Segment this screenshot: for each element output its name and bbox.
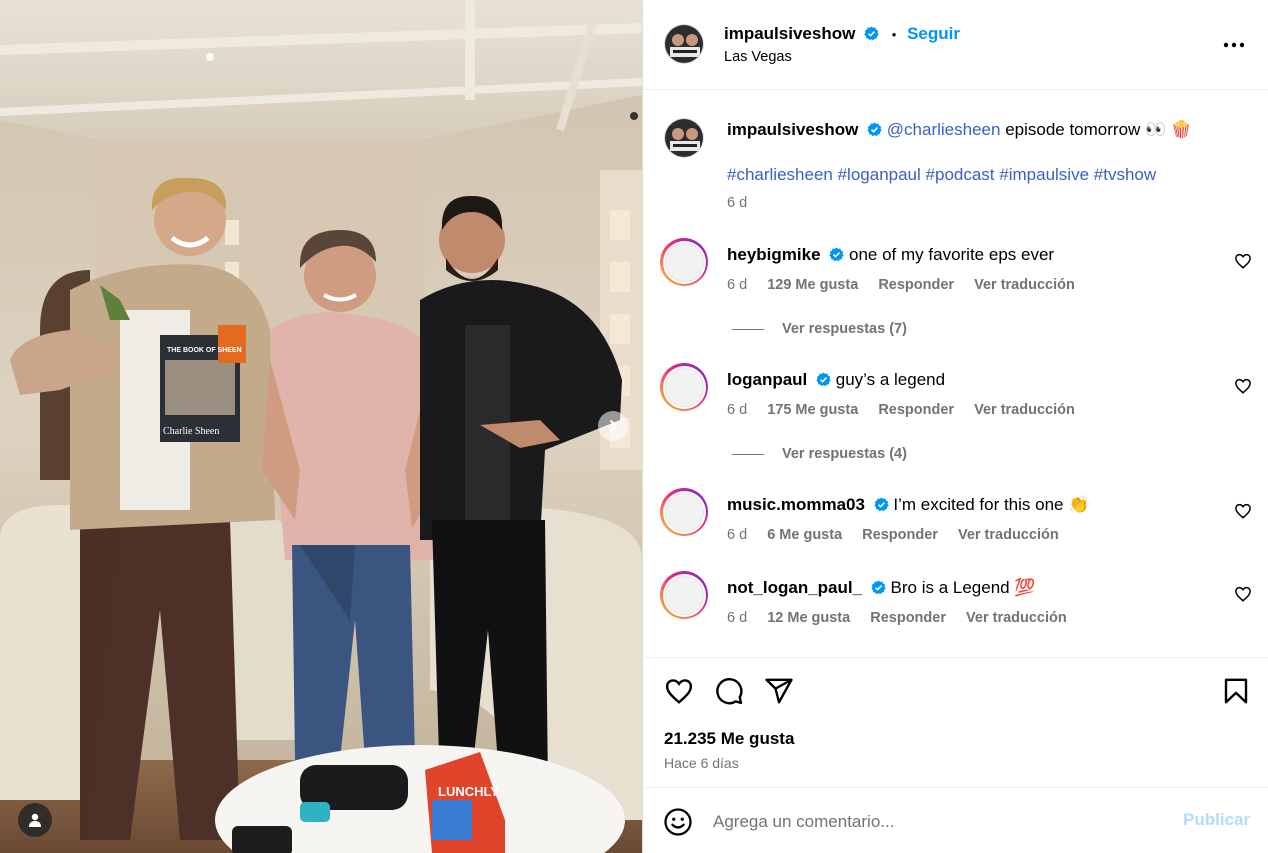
caption-hashtags: #charliesheen #loganpaul #podcast #impau… bbox=[727, 164, 1156, 186]
comment-line: loganpaul guy’s a legend bbox=[727, 369, 945, 391]
comment-line: music.momma03 I’m excited for this one 👏 bbox=[727, 494, 1089, 516]
box-label: LUNCHLY bbox=[438, 784, 499, 799]
tagged-users-button[interactable] bbox=[18, 803, 52, 837]
hashtag-link[interactable]: #tvshow bbox=[1094, 165, 1156, 184]
comment-likes[interactable]: 129 Me gusta bbox=[767, 277, 858, 293]
hashtag-link[interactable]: #charliesheen bbox=[727, 165, 833, 184]
author-username[interactable]: impaulsiveshow bbox=[724, 24, 855, 43]
comment-avatar[interactable] bbox=[660, 488, 708, 536]
comment-like-icon[interactable] bbox=[1234, 377, 1252, 395]
comment-text: I’m excited for this one 👏 bbox=[893, 495, 1090, 514]
photo-scene: LUNCHLY THE BOOK OF SHEEN Charlie Sheen bbox=[0, 0, 642, 853]
comment-username[interactable]: heybigmike bbox=[727, 245, 821, 264]
more-options-button[interactable] bbox=[1217, 30, 1251, 60]
verified-badge-icon bbox=[864, 26, 879, 41]
more-horizontal-icon bbox=[1223, 42, 1245, 48]
verified-badge-icon bbox=[867, 122, 882, 137]
translate-button[interactable]: Ver traducción bbox=[974, 402, 1075, 418]
author-avatar[interactable] bbox=[664, 24, 704, 64]
bookmark-icon[interactable] bbox=[1221, 676, 1251, 706]
reply-button[interactable]: Responder bbox=[862, 527, 938, 543]
comment-likes[interactable]: 12 Me gusta bbox=[767, 610, 850, 626]
comment-likes[interactable]: 6 Me gusta bbox=[767, 527, 842, 543]
chevron-right-icon bbox=[610, 420, 618, 432]
book-title-text: THE BOOK OF SHEEN bbox=[167, 347, 242, 354]
caption-text: episode tomorrow 👀 🍿 bbox=[1005, 120, 1193, 139]
post-location[interactable]: Las Vegas bbox=[724, 49, 792, 65]
comment-meta: 6 d 12 Me gusta Responder Ver traducción bbox=[727, 610, 1083, 626]
comment-text: one of my favorite eps ever bbox=[849, 245, 1055, 264]
translate-button[interactable]: Ver traducción bbox=[958, 527, 1059, 543]
comment-like-icon[interactable] bbox=[1234, 585, 1252, 603]
comment-age[interactable]: 6 d bbox=[727, 527, 747, 543]
post-date[interactable]: Hace 6 días bbox=[664, 755, 739, 771]
comment-avatar[interactable] bbox=[660, 238, 708, 286]
caption-author-avatar[interactable] bbox=[664, 118, 704, 158]
view-replies-button[interactable]: Ver respuestas (7) bbox=[732, 321, 907, 337]
comment-text: guy’s a legend bbox=[835, 370, 946, 389]
view-replies-label: Ver respuestas (4) bbox=[782, 446, 907, 462]
hashtag-link[interactable]: #impaulsive bbox=[999, 165, 1089, 184]
comment-meta: 6 d 6 Me gusta Responder Ver traducción bbox=[727, 527, 1075, 543]
translate-button[interactable]: Ver traducción bbox=[974, 277, 1075, 293]
header-user-line: impaulsiveshow • Seguir bbox=[724, 24, 960, 44]
comment-icon[interactable] bbox=[714, 676, 744, 706]
comment-age[interactable]: 6 d bbox=[727, 277, 747, 293]
smiley-icon[interactable] bbox=[663, 807, 693, 837]
caption-line: impaulsiveshow @charliesheen episode tom… bbox=[727, 119, 1192, 141]
hashtag-link[interactable]: #loganpaul bbox=[838, 165, 921, 184]
publish-comment-button[interactable]: Publicar bbox=[1183, 810, 1250, 830]
avatar-image bbox=[665, 119, 703, 157]
avatar-image bbox=[665, 25, 703, 63]
caption-age[interactable]: 6 d bbox=[727, 195, 747, 211]
comment-meta: 6 d 175 Me gusta Responder Ver traducció… bbox=[727, 402, 1091, 418]
post-detail-panel: impaulsiveshow • Seguir Las Vegas impaul… bbox=[642, 0, 1268, 853]
hashtag-link[interactable]: #podcast bbox=[926, 165, 995, 184]
reply-button[interactable]: Responder bbox=[878, 402, 954, 418]
comment-username[interactable]: not_logan_paul_ bbox=[727, 578, 862, 597]
follow-button[interactable]: Seguir bbox=[907, 24, 960, 43]
caption-username[interactable]: impaulsiveshow bbox=[727, 120, 858, 139]
comment-username[interactable]: music.momma03 bbox=[727, 495, 865, 514]
comment-age[interactable]: 6 d bbox=[727, 610, 747, 626]
post-header: impaulsiveshow • Seguir Las Vegas bbox=[643, 0, 1268, 90]
comment-line: heybigmike one of my favorite eps ever bbox=[727, 244, 1054, 266]
user-icon bbox=[29, 813, 41, 827]
comments-list[interactable]: impaulsiveshow @charliesheen episode tom… bbox=[643, 91, 1268, 657]
view-replies-button[interactable]: Ver respuestas (4) bbox=[732, 446, 907, 462]
verified-badge-icon bbox=[829, 247, 844, 262]
like-count[interactable]: 21.235 Me gusta bbox=[664, 729, 794, 749]
reply-button[interactable]: Responder bbox=[870, 610, 946, 626]
comment-username[interactable]: loganpaul bbox=[727, 370, 807, 389]
comment-text: Bro is a Legend 💯 bbox=[890, 578, 1036, 597]
comment-like-icon[interactable] bbox=[1234, 252, 1252, 270]
translate-button[interactable]: Ver traducción bbox=[966, 610, 1067, 626]
verified-badge-icon bbox=[871, 580, 886, 595]
carousel-next-button[interactable] bbox=[598, 411, 628, 441]
post-actions: 21.235 Me gusta Hace 6 días bbox=[643, 657, 1268, 787]
caption-mention-link[interactable]: @charliesheen bbox=[887, 120, 1001, 139]
comment-age[interactable]: 6 d bbox=[727, 402, 747, 418]
view-replies-label: Ver respuestas (7) bbox=[782, 321, 907, 337]
comment-line: not_logan_paul_ Bro is a Legend 💯 bbox=[727, 577, 1036, 599]
book-author-text: Charlie Sheen bbox=[163, 426, 219, 437]
comment-likes[interactable]: 175 Me gusta bbox=[767, 402, 858, 418]
comment-meta: 6 d 129 Me gusta Responder Ver traducció… bbox=[727, 277, 1091, 293]
heart-icon[interactable] bbox=[664, 676, 694, 706]
comment-avatar[interactable] bbox=[660, 363, 708, 411]
reply-button[interactable]: Responder bbox=[878, 277, 954, 293]
post-photo[interactable]: LUNCHLY THE BOOK OF SHEEN Charlie Sheen bbox=[0, 0, 642, 853]
comment-input[interactable] bbox=[713, 807, 1163, 837]
comment-composer: Publicar bbox=[643, 787, 1268, 853]
verified-badge-icon bbox=[874, 497, 889, 512]
caption-meta: 6 d bbox=[727, 195, 763, 211]
verified-badge-icon bbox=[816, 372, 831, 387]
separator-dot: • bbox=[891, 27, 897, 42]
share-icon[interactable] bbox=[764, 676, 794, 706]
comment-like-icon[interactable] bbox=[1234, 502, 1252, 520]
comment-avatar[interactable] bbox=[660, 571, 708, 619]
